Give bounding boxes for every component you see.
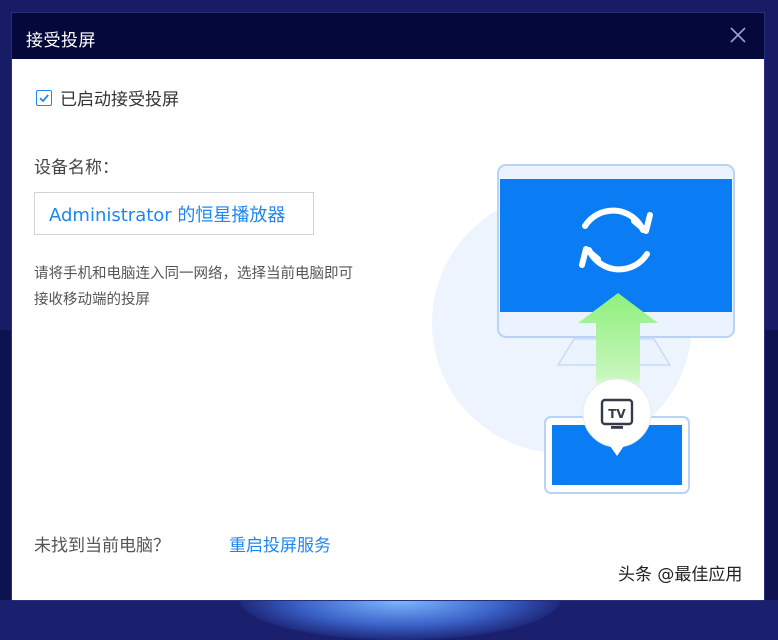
close-icon xyxy=(730,27,746,43)
check-icon xyxy=(39,93,49,102)
network-hint: 请将手机和电脑连入同一网络，选择当前电脑即可接收移动端的投屏 xyxy=(34,266,353,308)
dialog-title: 接受投屏 xyxy=(26,31,96,51)
dialog-titlebar: 接受投屏 xyxy=(12,13,764,59)
screen-mirror-illustration: TV xyxy=(432,164,735,494)
restart-service-link[interactable]: 重启投屏服务 xyxy=(229,531,331,556)
device-name-field[interactable] xyxy=(34,192,314,235)
watermark: 头条 @最佳应用 xyxy=(618,565,743,585)
device-name-label: 设备名称： xyxy=(34,158,119,178)
close-button[interactable] xyxy=(726,23,750,47)
enable-receive-checkbox[interactable] xyxy=(36,89,52,106)
tv-icon-label: TV xyxy=(608,407,626,421)
enable-receive-row: 已启动接受投屏 xyxy=(36,85,179,110)
monitor-screen xyxy=(500,179,732,312)
not-found-text: 未找到当前电脑？ xyxy=(34,536,170,556)
enable-receive-label[interactable]: 已启动接受投屏 xyxy=(60,85,179,110)
screen-mirror-dialog: 接受投屏 已启动接受投屏 设备名称： 请将手机和电脑连入同一网络，选择当前电脑即… xyxy=(12,13,764,600)
